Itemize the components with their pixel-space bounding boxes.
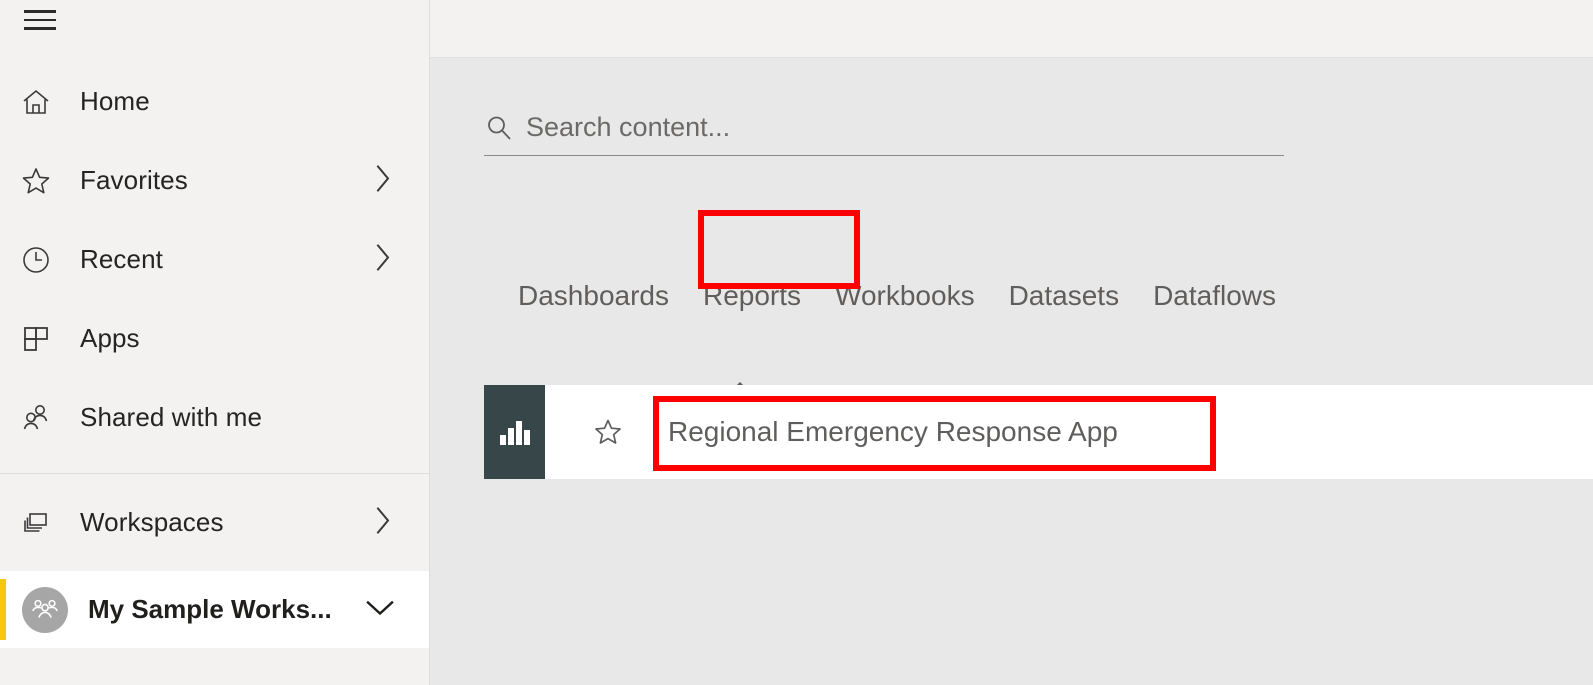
sidebar-item-shared-with-me[interactable]: Shared with me <box>0 378 429 457</box>
sidebar-item-favorites[interactable]: Favorites <box>0 141 429 220</box>
sidebar-item-label: Recent <box>80 244 163 274</box>
content-type-tabs: Dashboards Reports Workbooks Datasets Da… <box>501 280 1293 312</box>
hamburger-line <box>24 10 56 13</box>
people-icon <box>20 401 64 435</box>
sidebar-item-label: Apps <box>80 323 140 353</box>
group-avatar-icon <box>22 586 68 633</box>
table-row[interactable]: Regional Emergency Response App <box>484 385 1593 479</box>
chevron-right-icon[interactable] <box>371 240 395 279</box>
sidebar-item-label: Home <box>80 86 150 116</box>
selection-accent-bar <box>0 579 6 640</box>
chevron-right-icon[interactable] <box>371 161 395 200</box>
sidebar-item-selected-workspace[interactable]: My Sample Works... <box>0 571 429 648</box>
sidebar-item-label: Workspaces <box>80 507 224 537</box>
search-input[interactable] <box>526 112 1226 143</box>
star-outline-icon[interactable] <box>577 416 639 448</box>
tab-dashboards[interactable]: Dashboards <box>501 280 686 312</box>
chevron-right-icon[interactable] <box>371 503 395 542</box>
apps-grid-icon <box>20 322 64 356</box>
nav-items-list: Home Favorites Recent Apps Shared with m… <box>0 62 429 457</box>
top-header-strip <box>430 0 1593 58</box>
sidebar-item-home[interactable]: Home <box>0 62 429 141</box>
sidebar-item-label: Favorites <box>80 165 188 195</box>
sidebar-item-label: Shared with me <box>80 402 263 432</box>
workspaces-stack-icon <box>20 506 64 540</box>
hamburger-line <box>24 18 56 21</box>
workspaces-section: Workspaces My Sample Works... <box>0 474 429 648</box>
home-icon <box>20 85 64 119</box>
power-bi-workspace-content-page: Home Favorites Recent Apps Shared with m… <box>0 0 1593 685</box>
sidebar-item-recent[interactable]: Recent <box>0 220 429 299</box>
star-icon <box>20 164 64 198</box>
search-bar[interactable] <box>484 100 1284 156</box>
report-bar-chart-icon <box>484 385 545 479</box>
hamburger-line <box>24 27 56 30</box>
tab-reports[interactable]: Reports <box>686 280 818 312</box>
main-content-area: Dashboards Reports Workbooks Datasets Da… <box>431 58 1593 685</box>
sidebar-item-apps[interactable]: Apps <box>0 299 429 378</box>
left-navigation-sidebar: Home Favorites Recent Apps Shared with m… <box>0 0 430 685</box>
tab-workbooks[interactable]: Workbooks <box>818 280 992 312</box>
search-icon <box>484 113 514 143</box>
menu-hamburger-icon[interactable] <box>24 10 58 36</box>
tab-datasets[interactable]: Datasets <box>992 280 1137 312</box>
clock-icon <box>20 243 64 277</box>
sidebar-item-workspaces[interactable]: Workspaces <box>0 474 429 571</box>
report-name-link[interactable]: Regional Emergency Response App <box>668 416 1118 448</box>
tab-dataflows[interactable]: Dataflows <box>1136 280 1293 312</box>
selected-workspace-label: My Sample Works... <box>88 594 332 624</box>
chevron-down-icon[interactable] <box>363 595 397 624</box>
